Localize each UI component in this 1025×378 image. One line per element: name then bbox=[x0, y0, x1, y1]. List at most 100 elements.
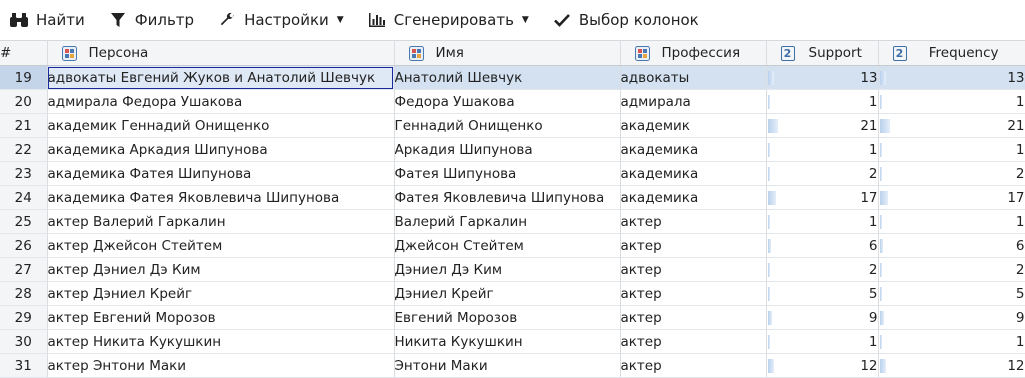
name-cell[interactable]: Фатея Шипунова bbox=[394, 161, 621, 186]
frequency-cell[interactable]: 17 bbox=[878, 185, 1025, 210]
person-cell[interactable]: актер Энтони Маки bbox=[47, 353, 395, 378]
column-header-profession[interactable]: Профессия bbox=[620, 40, 767, 66]
person-cell[interactable]: академика Фатея Шипунова bbox=[47, 161, 395, 186]
generate-dropdown[interactable]: Сгенерировать ▼ bbox=[366, 10, 529, 30]
table-row[interactable]: 19 адвокаты Евгений Жуков и Анатолий Шевч… bbox=[0, 65, 1025, 90]
person-cell[interactable]: актер Евгений Морозов bbox=[47, 305, 395, 330]
name-cell[interactable]: Фатея Яковлевича Шипунова bbox=[394, 185, 621, 210]
profession-cell[interactable]: актер bbox=[620, 257, 767, 282]
profession-cell[interactable]: актер bbox=[620, 353, 767, 378]
row-index-cell[interactable]: 27 bbox=[0, 257, 48, 282]
name-cell[interactable]: Дэниел Крейг bbox=[394, 281, 621, 306]
support-cell[interactable]: 6 bbox=[766, 233, 879, 258]
profession-cell[interactable]: адмирала bbox=[620, 89, 767, 114]
support-cell[interactable]: 1 bbox=[766, 329, 879, 354]
row-index-cell[interactable]: 20 bbox=[0, 89, 48, 114]
row-index-cell[interactable]: 31 bbox=[0, 353, 48, 378]
frequency-cell[interactable]: 21 bbox=[878, 113, 1025, 138]
profession-cell[interactable]: актер bbox=[620, 233, 767, 258]
profession-cell[interactable]: актер bbox=[620, 305, 767, 330]
person-cell[interactable]: актер Дэниел Дэ Ким bbox=[47, 257, 395, 282]
table-row[interactable]: 23 академика Фатея Шипунова Фатея Шипунова… bbox=[0, 161, 1025, 186]
row-index-cell[interactable]: 22 bbox=[0, 137, 48, 162]
row-index-cell[interactable]: 19 bbox=[0, 65, 48, 90]
person-cell[interactable]: адвокаты Евгений Жуков и Анатолий Шевчук bbox=[47, 65, 395, 90]
column-header-support[interactable]: 2 Support bbox=[766, 40, 879, 66]
frequency-cell[interactable]: 12 bbox=[878, 353, 1025, 378]
profession-cell[interactable]: адвокаты bbox=[620, 65, 767, 90]
name-cell[interactable]: Анатолий Шевчук bbox=[394, 65, 621, 90]
column-header-name[interactable]: Имя bbox=[394, 40, 621, 66]
frequency-cell[interactable]: 1 bbox=[878, 89, 1025, 114]
table-row[interactable]: 21 академик Геннадий Онищенко Геннадий Они… bbox=[0, 113, 1025, 138]
person-cell[interactable]: академик Геннадий Онищенко bbox=[47, 113, 395, 138]
person-cell[interactable]: адмирала Федора Ушакова bbox=[47, 89, 395, 114]
support-cell[interactable]: 13 bbox=[766, 65, 879, 90]
name-cell[interactable]: Дэниел Дэ Ким bbox=[394, 257, 621, 282]
name-cell[interactable]: Валерий Гаркалин bbox=[394, 209, 621, 234]
name-cell[interactable]: Аркадия Шипунова bbox=[394, 137, 621, 162]
row-index-cell[interactable]: 30 bbox=[0, 329, 48, 354]
row-index-cell[interactable]: 23 bbox=[0, 161, 48, 186]
support-cell[interactable]: 1 bbox=[766, 209, 879, 234]
person-cell[interactable]: академика Аркадия Шипунова bbox=[47, 137, 395, 162]
support-cell[interactable]: 2 bbox=[766, 257, 879, 282]
frequency-cell[interactable]: 13 bbox=[878, 65, 1025, 90]
person-cell[interactable]: актер Джейсон Стейтем bbox=[47, 233, 395, 258]
frequency-cell[interactable]: 1 bbox=[878, 209, 1025, 234]
row-index-cell[interactable]: 29 bbox=[0, 305, 48, 330]
name-cell[interactable]: Федора Ушакова bbox=[394, 89, 621, 114]
person-cell[interactable]: актер Валерий Гаркалин bbox=[47, 209, 395, 234]
profession-cell[interactable]: академика bbox=[620, 161, 767, 186]
table-row[interactable]: 20 адмирала Федора Ушакова Федора Ушакова а… bbox=[0, 89, 1025, 114]
frequency-cell[interactable]: 5 bbox=[878, 281, 1025, 306]
profession-cell[interactable]: академика bbox=[620, 185, 767, 210]
profession-cell[interactable]: актер bbox=[620, 329, 767, 354]
column-header-index[interactable]: # bbox=[0, 40, 48, 66]
person-cell[interactable]: актер Дэниел Крейг bbox=[47, 281, 395, 306]
support-cell[interactable]: 9 bbox=[766, 305, 879, 330]
column-header-frequency[interactable]: 2 Frequency bbox=[878, 40, 1025, 66]
row-index-cell[interactable]: 24 bbox=[0, 185, 48, 210]
frequency-cell[interactable]: 2 bbox=[878, 257, 1025, 282]
row-index-cell[interactable]: 28 bbox=[0, 281, 48, 306]
name-cell[interactable]: Геннадий Онищенко bbox=[394, 113, 621, 138]
find-button[interactable]: Найти bbox=[8, 10, 85, 30]
settings-dropdown[interactable]: Настройки ▼ bbox=[216, 10, 344, 30]
support-cell[interactable]: 5 bbox=[766, 281, 879, 306]
row-index-cell[interactable]: 25 bbox=[0, 209, 48, 234]
person-cell[interactable]: академика Фатея Яковлевича Шипунова bbox=[47, 185, 395, 210]
frequency-cell[interactable]: 1 bbox=[878, 137, 1025, 162]
profession-cell[interactable]: академик bbox=[620, 113, 767, 138]
support-cell[interactable]: 1 bbox=[766, 137, 879, 162]
table-row[interactable]: 27 актер Дэниел Дэ Ким Дэниел Дэ Ким актер 2… bbox=[0, 257, 1025, 282]
frequency-cell[interactable]: 1 bbox=[878, 329, 1025, 354]
profession-cell[interactable]: академика bbox=[620, 137, 767, 162]
support-cell[interactable]: 21 bbox=[766, 113, 879, 138]
table-row[interactable]: 22 академика Аркадия Шипунова Аркадия Шипу… bbox=[0, 137, 1025, 162]
select-columns-button[interactable]: Выбор колонок bbox=[551, 10, 699, 30]
filter-button[interactable]: Фильтр bbox=[107, 10, 194, 30]
frequency-cell[interactable]: 6 bbox=[878, 233, 1025, 258]
person-cell[interactable]: актер Никита Кукушкин bbox=[47, 329, 395, 354]
name-cell[interactable]: Никита Кукушкин bbox=[394, 329, 621, 354]
table-row[interactable]: 31 актер Энтони Маки Энтони Маки актер 12 12 bbox=[0, 353, 1025, 378]
column-header-person[interactable]: Персона bbox=[47, 40, 395, 66]
table-row[interactable]: 30 актер Никита Кукушкин Никита Кукушкин ак… bbox=[0, 329, 1025, 354]
table-row[interactable]: 25 актер Валерий Гаркалин Валерий Гаркалин… bbox=[0, 209, 1025, 234]
support-cell[interactable]: 17 bbox=[766, 185, 879, 210]
row-index-cell[interactable]: 21 bbox=[0, 113, 48, 138]
row-index-cell[interactable]: 26 bbox=[0, 233, 48, 258]
name-cell[interactable]: Энтони Маки bbox=[394, 353, 621, 378]
name-cell[interactable]: Джейсон Стейтем bbox=[394, 233, 621, 258]
profession-cell[interactable]: актер bbox=[620, 209, 767, 234]
name-cell[interactable]: Евгений Морозов bbox=[394, 305, 621, 330]
support-cell[interactable]: 2 bbox=[766, 161, 879, 186]
frequency-cell[interactable]: 9 bbox=[878, 305, 1025, 330]
support-cell[interactable]: 12 bbox=[766, 353, 879, 378]
table-row[interactable]: 26 актер Джейсон Стейтем Джейсон Стейтем ак… bbox=[0, 233, 1025, 258]
profession-cell[interactable]: актер bbox=[620, 281, 767, 306]
frequency-cell[interactable]: 2 bbox=[878, 161, 1025, 186]
table-row[interactable]: 24 академика Фатея Яковлевича Шипунова Фат… bbox=[0, 185, 1025, 210]
table-row[interactable]: 29 актер Евгений Морозов Евгений Морозов ак… bbox=[0, 305, 1025, 330]
